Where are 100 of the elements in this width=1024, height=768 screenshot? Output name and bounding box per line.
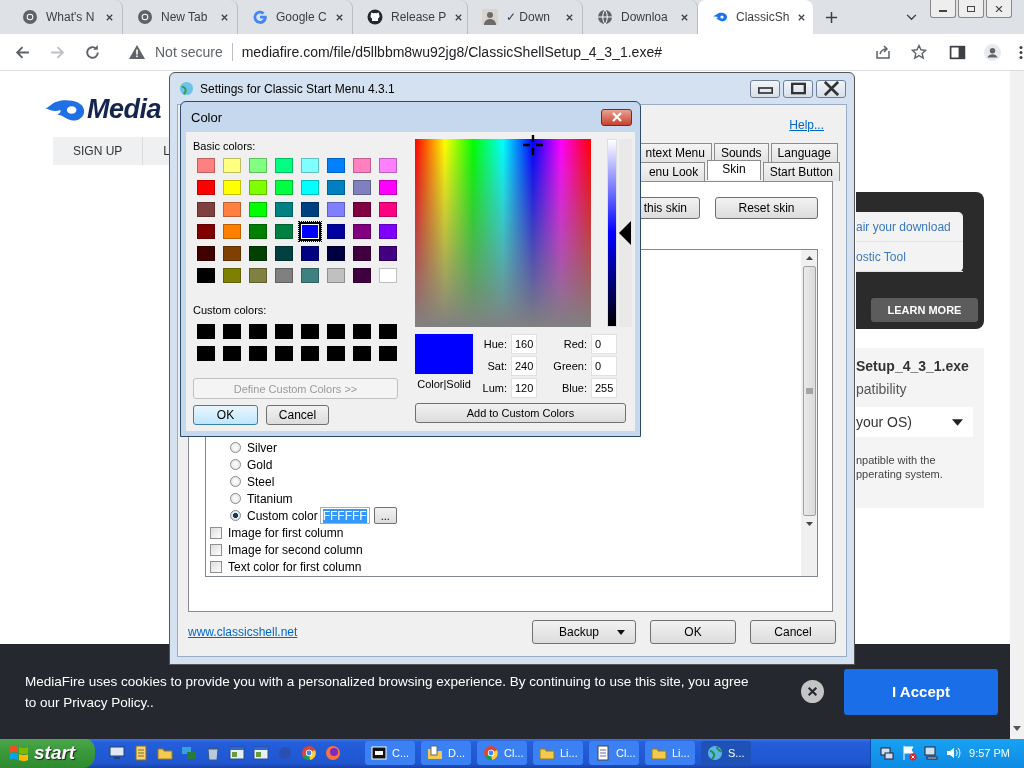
close-button[interactable] — [986, 0, 1012, 18]
color-swatch[interactable] — [327, 324, 345, 339]
color-swatch[interactable] — [223, 202, 241, 217]
color-swatch[interactable] — [327, 246, 345, 261]
learn-more-button[interactable]: LEARN MORE — [871, 298, 978, 322]
taskbar-button[interactable]: Cl... — [477, 741, 527, 765]
color-swatch[interactable] — [249, 324, 267, 339]
sidebar-icon[interactable] — [949, 43, 966, 61]
color-swatch[interactable] — [249, 180, 267, 195]
color-swatch[interactable] — [353, 324, 371, 339]
checkbox[interactable] — [210, 526, 222, 539]
color-swatch[interactable] — [327, 180, 345, 195]
color-swatch[interactable] — [275, 202, 293, 217]
close-icon[interactable] — [801, 680, 824, 703]
folder-icon[interactable] — [157, 745, 173, 761]
color-swatch[interactable] — [197, 324, 215, 339]
taskbar-button[interactable]: S... — [701, 741, 751, 765]
taskbar-button[interactable]: Li... — [645, 741, 695, 765]
skin-button[interactable]: Reset skin — [715, 197, 818, 219]
color-swatch[interactable] — [301, 224, 319, 239]
close-button[interactable] — [816, 79, 846, 98]
color-swatch[interactable] — [379, 268, 397, 283]
color-swatch[interactable] — [327, 268, 345, 283]
scroll-thumb[interactable] — [802, 266, 816, 516]
color-swatch[interactable] — [353, 180, 371, 195]
close-icon[interactable] — [797, 12, 807, 22]
color-swatch[interactable] — [197, 158, 215, 173]
color-swatch[interactable] — [301, 202, 319, 217]
color-swatch[interactable] — [353, 346, 371, 361]
close-icon[interactable] — [565, 12, 574, 22]
minimize-button[interactable] — [930, 0, 956, 18]
color-swatch[interactable] — [249, 268, 267, 283]
color-swatch[interactable] — [275, 346, 293, 361]
address-bar[interactable]: Not secure mediafire.com/file/d5llbbm8wu92jg8/ClassicShellSetup_4_3_1.exe# — [121, 38, 927, 66]
star-icon[interactable] — [911, 44, 927, 60]
color-swatch[interactable] — [223, 158, 241, 173]
color-swatch[interactable] — [327, 346, 345, 361]
computer-icon[interactable] — [923, 745, 939, 761]
circle-icon[interactable] — [277, 745, 293, 761]
help-link[interactable]: ostic Tool — [856, 242, 963, 272]
security-label[interactable]: Not secure — [155, 44, 223, 60]
color-swatch[interactable] — [197, 224, 215, 239]
document-icon[interactable] — [133, 745, 149, 761]
close-icon[interactable] — [220, 12, 229, 22]
checkbox[interactable] — [210, 543, 222, 556]
dialog-button[interactable]: Cancel — [750, 620, 836, 644]
color-swatch[interactable] — [275, 224, 293, 239]
color-swatch[interactable] — [301, 246, 319, 261]
color-swatch[interactable] — [275, 324, 293, 339]
close-icon[interactable] — [105, 12, 114, 22]
color-swatch[interactable] — [249, 224, 267, 239]
close-icon[interactable] — [454, 12, 464, 22]
scroll-up-icon[interactable] — [805, 256, 813, 260]
number-field[interactable]: 0 — [591, 356, 617, 376]
color-swatch[interactable] — [327, 158, 345, 173]
help-link[interactable]: Help... — [789, 118, 824, 133]
window-icon[interactable] — [253, 745, 269, 761]
color-swatch[interactable] — [249, 346, 267, 361]
color-swatch[interactable] — [197, 346, 215, 361]
add-custom-button[interactable]: Add to Custom Colors — [415, 403, 626, 423]
checkbox[interactable] — [210, 560, 222, 573]
menu-icon[interactable] — [1019, 43, 1023, 61]
luminance-bar[interactable] — [607, 139, 617, 327]
color-swatch[interactable] — [353, 202, 371, 217]
fox-icon[interactable] — [325, 745, 341, 761]
color-swatch[interactable] — [327, 224, 345, 239]
color-swatch[interactable] — [379, 202, 397, 217]
scroll-down-icon[interactable] — [1013, 726, 1021, 731]
slider-arrow[interactable] — [619, 221, 631, 245]
color-swatch[interactable] — [379, 180, 397, 195]
color-swatch[interactable] — [301, 180, 319, 195]
crosshair-icon[interactable] — [522, 135, 543, 155]
cancel-button[interactable]: Cancel — [266, 405, 329, 425]
radio-button[interactable] — [230, 442, 241, 453]
flag-icon[interactable] — [901, 745, 917, 761]
close-icon[interactable] — [335, 12, 344, 22]
taskbar-button[interactable]: C... — [365, 741, 415, 765]
color-swatch[interactable] — [223, 180, 241, 195]
website-link[interactable]: www.classicshell.net — [188, 625, 298, 639]
ok-button[interactable]: OK — [193, 405, 258, 425]
color-swatch[interactable] — [379, 224, 397, 239]
network-icon[interactable] — [879, 745, 895, 761]
chevron-down-icon[interactable] — [906, 14, 917, 21]
taskbar-button[interactable]: D... — [421, 741, 471, 765]
color-swatch[interactable] — [353, 158, 371, 173]
color-swatch[interactable] — [379, 158, 397, 173]
color-swatch[interactable] — [301, 158, 319, 173]
color-swatch[interactable] — [353, 268, 371, 283]
scroll-down-icon[interactable] — [805, 522, 813, 526]
logo-text[interactable]: Media — [87, 94, 162, 125]
color-swatch[interactable] — [301, 324, 319, 339]
color-swatch[interactable] — [379, 346, 397, 361]
window-icon[interactable] — [229, 745, 245, 761]
color-swatch[interactable] — [249, 246, 267, 261]
settings-tab[interactable]: Sounds — [713, 143, 769, 162]
color-swatch[interactable] — [249, 202, 267, 217]
color-swatch[interactable] — [197, 246, 215, 261]
radio-button[interactable] — [230, 510, 241, 521]
color-swatch[interactable] — [327, 202, 345, 217]
plus-icon[interactable] — [825, 11, 838, 24]
